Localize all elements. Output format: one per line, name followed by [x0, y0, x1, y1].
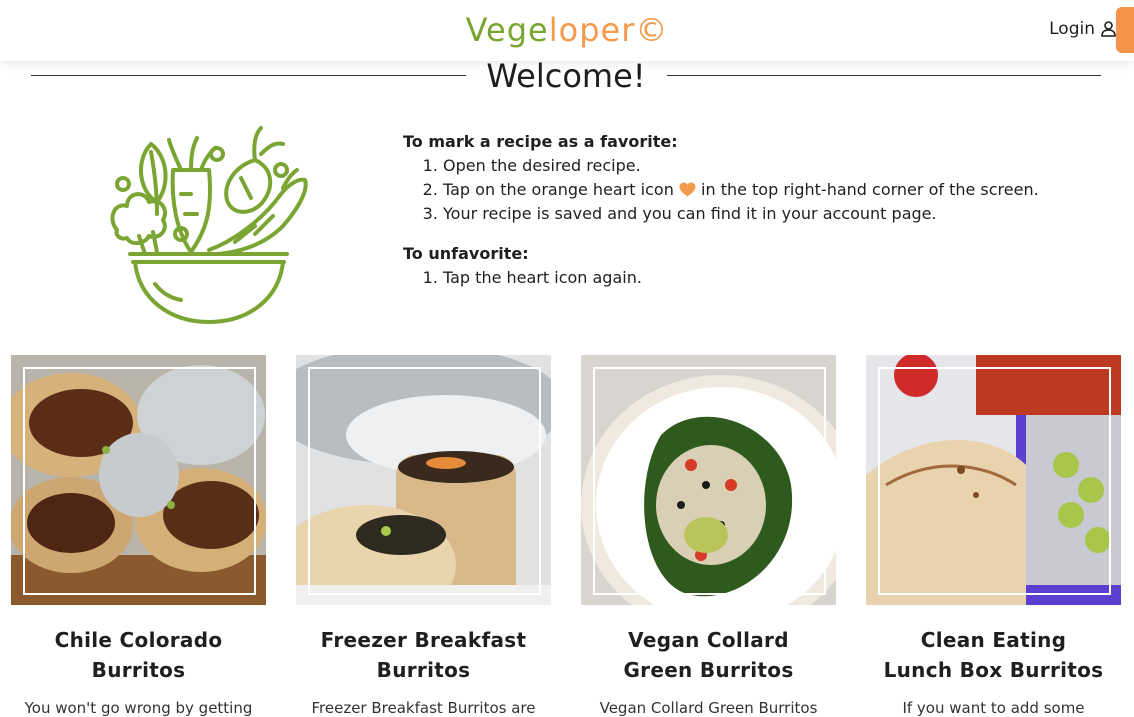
divider-right — [667, 75, 1101, 76]
recipe-description: Vegan Collard Green Burritos — [599, 699, 818, 717]
image-frame — [308, 367, 541, 595]
logo-copyright-mark: © — [635, 11, 669, 49]
image-frame — [23, 367, 256, 595]
welcome-banner: Welcome! — [31, 58, 1101, 94]
recipe-image[interactable] — [11, 355, 266, 605]
welcome-title: Welcome! — [486, 57, 646, 95]
recipe-description: You won't go wrong by getting — [24, 699, 253, 717]
unfavorite-steps-list: Tap the heart icon again. — [403, 266, 1039, 290]
recipe-title[interactable]: Freezer Breakfast Burritos — [296, 625, 551, 685]
recipe-card[interactable]: Freezer Breakfast Burritos Freezer Break… — [296, 355, 551, 717]
recipe-description: If you want to add some — [902, 699, 1085, 717]
user-icon — [1101, 21, 1116, 37]
login-button[interactable]: Login — [1049, 19, 1116, 39]
favorite-heading: To mark a recipe as a favorite: — [403, 132, 678, 151]
recipe-card[interactable]: Clean Eating Lunch Box Burritos If you w… — [866, 355, 1121, 717]
recipe-card[interactable]: Chile Colorado Burritos You won't go wro… — [11, 355, 266, 717]
image-frame — [593, 367, 826, 595]
recipe-title[interactable]: Vegan Collard Green Burritos — [581, 625, 836, 685]
menu-toggle-tab[interactable] — [1116, 7, 1134, 53]
favorite-step: Your recipe is saved and you can find it… — [443, 202, 1039, 226]
orange-heart-icon — [679, 182, 696, 197]
login-label: Login — [1049, 19, 1095, 39]
logo-text-loper: loper — [548, 11, 636, 49]
recipe-image[interactable] — [581, 355, 836, 605]
favorite-instructions: To mark a recipe as a favorite: Open the… — [403, 130, 1039, 306]
recipe-title[interactable]: Clean Eating Lunch Box Burritos — [866, 625, 1121, 685]
recipe-title[interactable]: Chile Colorado Burritos — [11, 625, 266, 685]
favorite-step: Open the desired recipe. — [443, 154, 1039, 178]
unfavorite-heading: To unfavorite: — [403, 244, 529, 263]
recipe-card[interactable]: Vegan Collard Green Burritos Vegan Colla… — [581, 355, 836, 717]
image-frame — [878, 367, 1111, 595]
site-logo[interactable]: Vegeloper© — [0, 10, 1134, 50]
recipe-image[interactable] — [866, 355, 1121, 605]
logo-text-vege: Vege — [465, 11, 549, 49]
favorite-step: Tap on the orange heart icon in the top … — [443, 178, 1039, 202]
salad-bowl-icon — [110, 126, 308, 324]
unfavorite-step: Tap the heart icon again. — [443, 266, 1039, 290]
top-nav-bar: Vegeloper© Login — [0, 0, 1134, 61]
recipe-description: Freezer Breakfast Burritos are — [311, 699, 536, 717]
recipe-image[interactable] — [296, 355, 551, 605]
favorite-steps-list: Open the desired recipe. Tap on the oran… — [403, 154, 1039, 226]
